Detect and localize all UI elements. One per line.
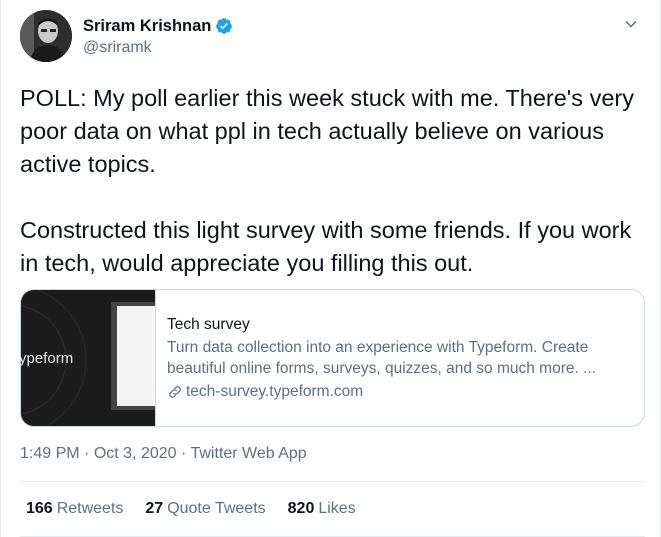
user-names: Sriram Krishnan @sriramk — [83, 16, 233, 58]
quote-tweets-label: Quote Tweets — [167, 500, 266, 517]
divider — [20, 481, 645, 482]
likes-stat[interactable]: 820 Likes — [288, 498, 356, 520]
tweet-stats: 166 Retweets 27 Quote Tweets 820 Likes — [26, 498, 378, 520]
display-name[interactable]: Sriram Krishnan — [83, 16, 211, 36]
tweet-meta: 1:49 PM · Oct 3, 2020 · Twitter Web App — [20, 443, 307, 465]
card-image-logo-text: ypeform — [21, 350, 74, 367]
tweet-header: Sriram Krishnan @sriramk — [20, 10, 645, 62]
card-description: Turn data collection into an experience … — [167, 339, 597, 377]
chevron-down-icon[interactable] — [621, 14, 641, 34]
likes-count: 820 — [287, 500, 315, 517]
card-domain-row: tech-survey.typeform.com — [167, 381, 632, 402]
retweets-count: 166 — [26, 500, 53, 517]
quote-tweets-stat[interactable]: 27 Quote Tweets — [145, 498, 265, 520]
link-card[interactable]: ypeform Tech survey Turn data collection… — [20, 289, 645, 427]
card-image: ypeform — [21, 290, 156, 426]
retweets-stat[interactable]: 166 Retweets — [26, 498, 123, 520]
retweets-label: Retweets — [56, 500, 124, 517]
link-icon — [169, 385, 181, 398]
meta-separator: · — [79, 445, 94, 462]
card-body: Tech survey Turn data collection into an… — [156, 290, 644, 426]
tweet-date[interactable]: Oct 3, 2020 — [94, 445, 177, 462]
card-title: Tech survey — [167, 316, 250, 333]
quote-tweets-count: 27 — [145, 500, 164, 517]
likes-label: Likes — [318, 500, 356, 517]
meta-separator: · — [176, 445, 191, 462]
user-handle[interactable]: @sriramk — [83, 38, 233, 58]
display-name-row[interactable]: Sriram Krishnan — [83, 16, 233, 36]
avatar[interactable] — [20, 10, 72, 62]
tweet-time[interactable]: 1:49 PM — [20, 445, 80, 462]
tweet: Sriram Krishnan @sriramk POLL: My poll e… — [0, 0, 661, 537]
card-domain: tech-survey.typeform.com — [186, 383, 364, 400]
verified-badge-icon — [216, 18, 233, 34]
tweet-source[interactable]: Twitter Web App — [190, 445, 306, 462]
tweet-text: POLL: My poll earlier this week stuck wi… — [20, 85, 634, 276]
